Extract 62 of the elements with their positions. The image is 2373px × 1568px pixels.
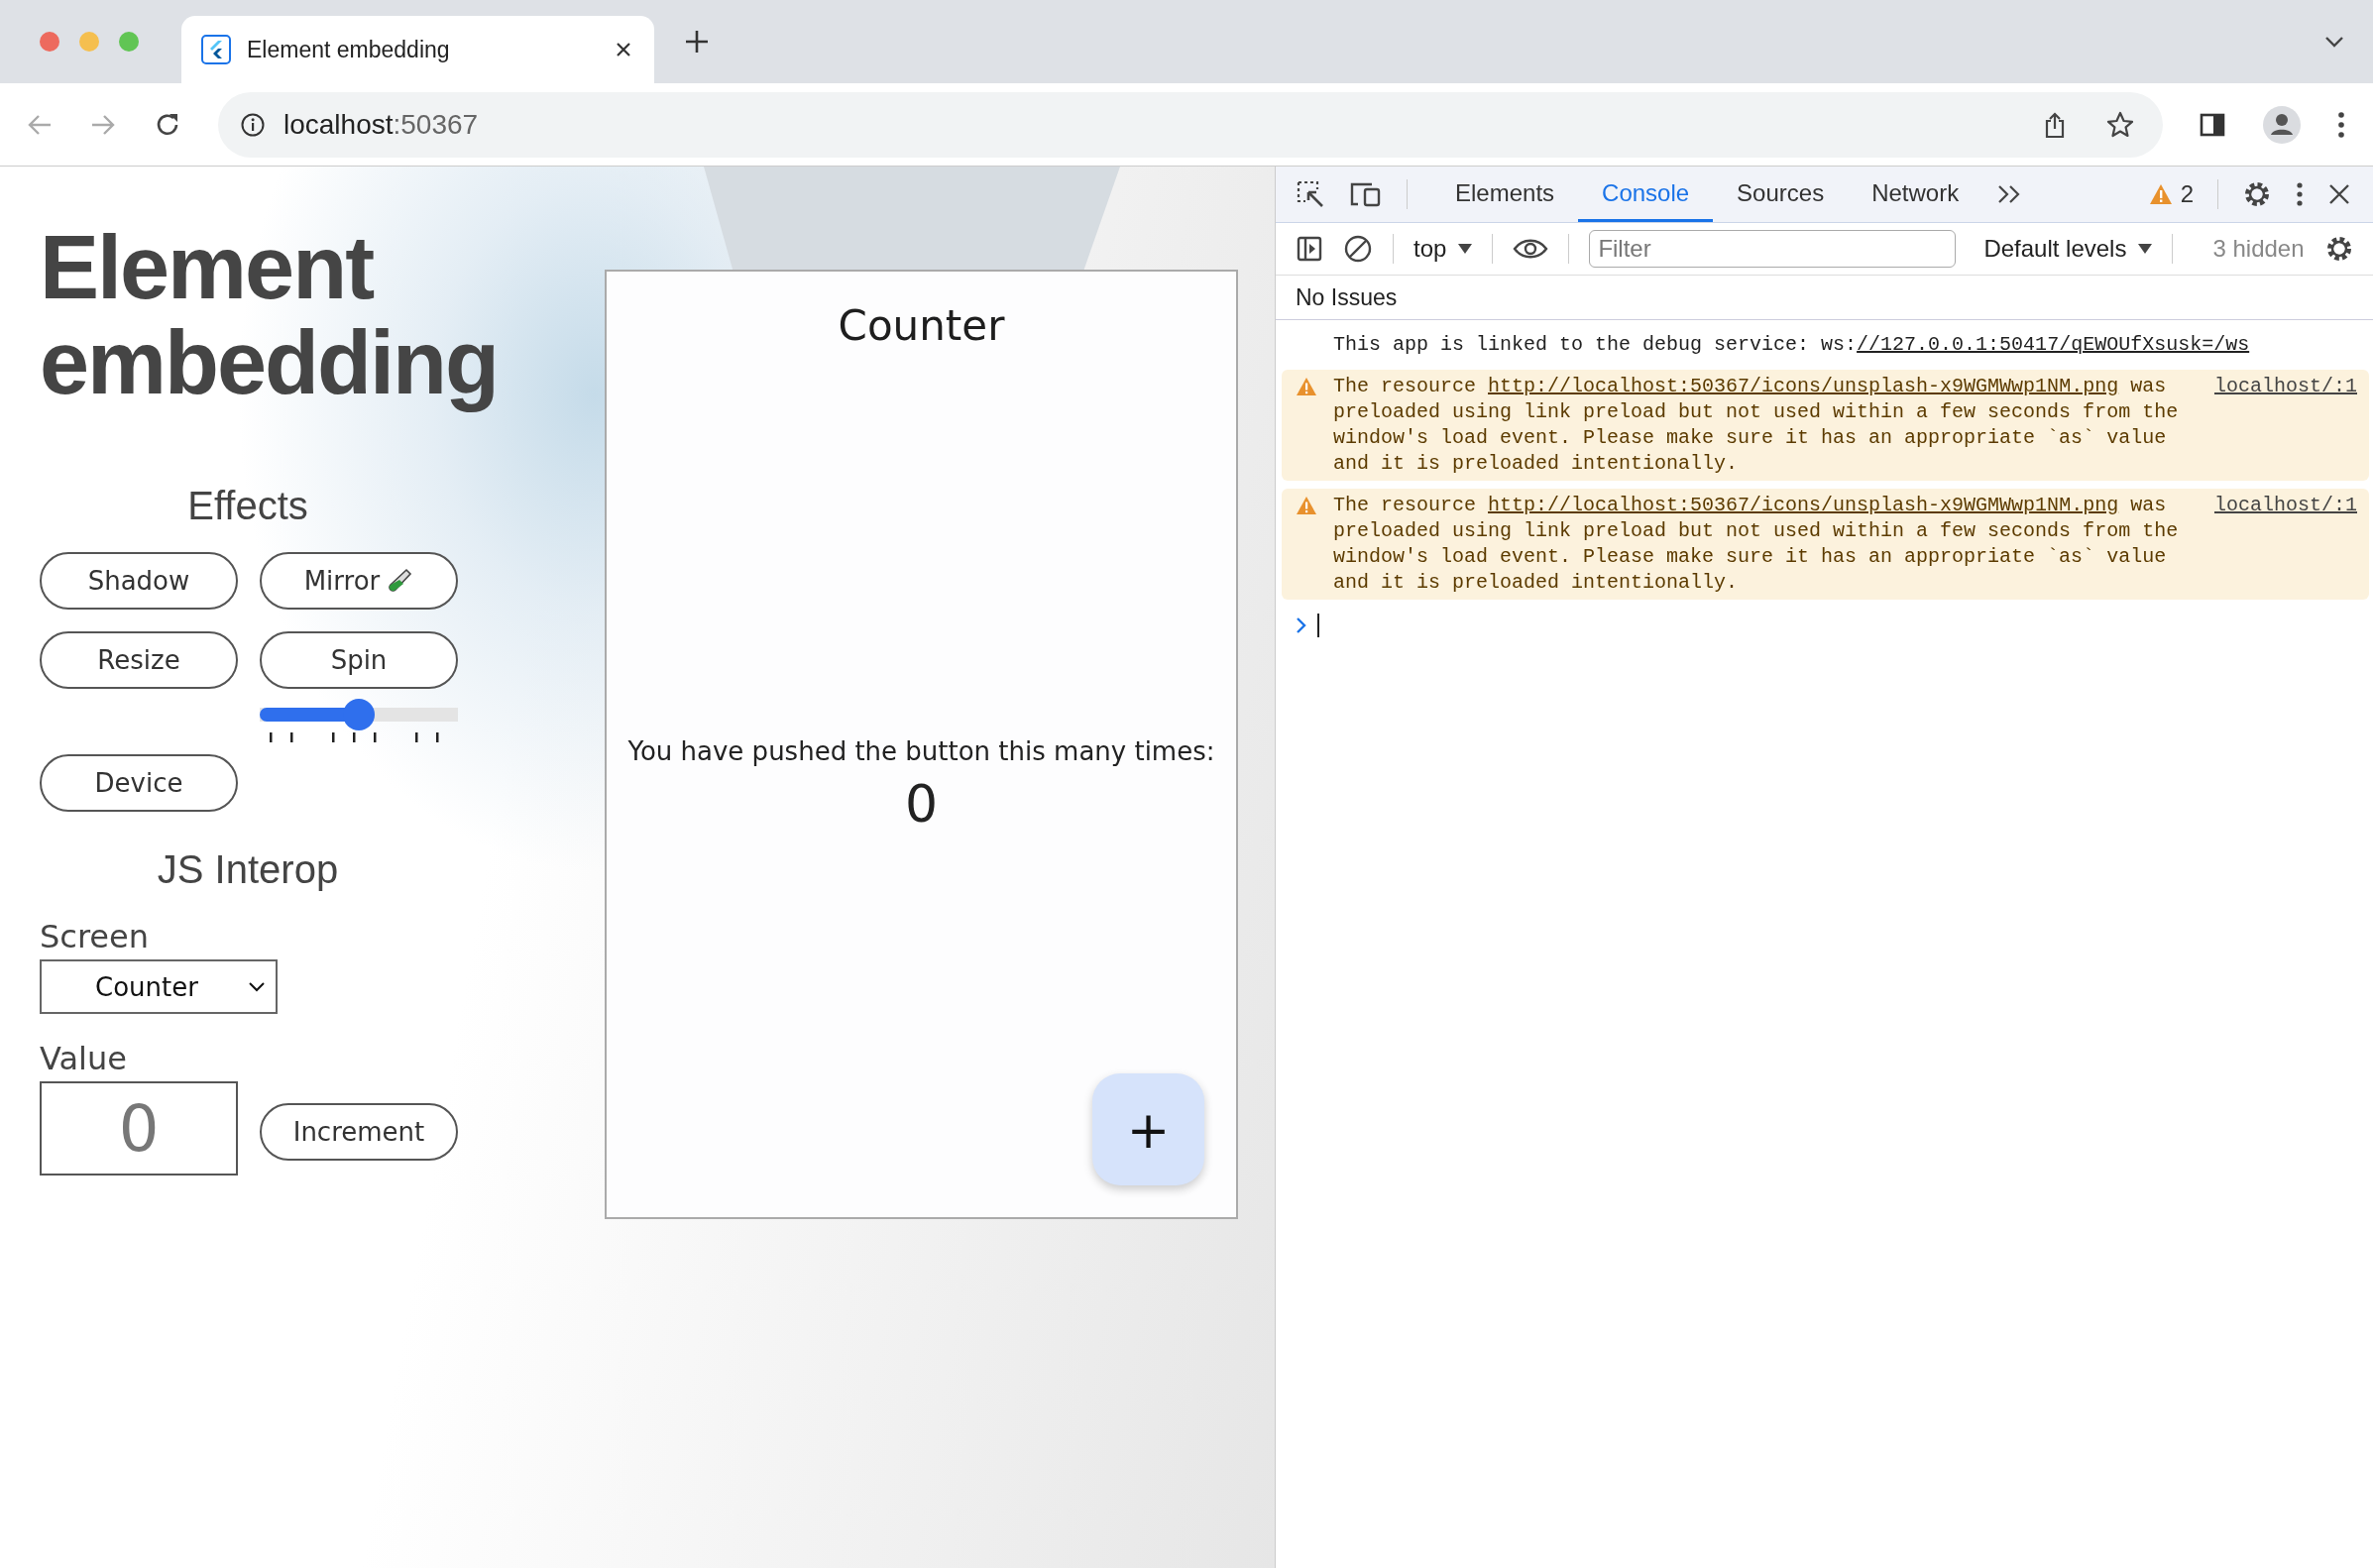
devtools-tab[interactable]: Network xyxy=(1848,167,1983,222)
close-tab-icon[interactable] xyxy=(615,41,632,58)
screen-dropdown[interactable]: Counter xyxy=(40,959,278,1014)
source-link[interactable]: localhost/:1 xyxy=(2213,493,2357,518)
warning-icon xyxy=(1296,377,1317,396)
profile-avatar-icon[interactable] xyxy=(2262,104,2302,145)
filter-field[interactable]: Filter xyxy=(1589,230,1957,268)
effect-button[interactable]: Resize xyxy=(40,631,238,689)
issues-status[interactable]: No Issues xyxy=(1276,276,2373,320)
tab-search-chevron-icon[interactable] xyxy=(2323,35,2345,49)
counter-value: 0 xyxy=(904,774,939,834)
info-icon xyxy=(240,111,266,138)
effect-button[interactable]: Spin xyxy=(260,631,458,689)
dropdown-triangle-icon xyxy=(2138,244,2153,254)
test-tube-icon xyxy=(386,567,414,595)
section-heading: Effects xyxy=(186,484,309,528)
warning-icon xyxy=(2148,183,2173,205)
address-bar[interactable]: localhost:50367 xyxy=(218,91,2163,158)
counter-message: You have pushed the button this many times: xyxy=(627,736,1215,766)
clear-console-icon[interactable] xyxy=(1343,234,1373,264)
field-label: Screen xyxy=(40,918,150,955)
new-tab-icon[interactable] xyxy=(684,29,710,55)
console-link[interactable]: //127.0.0.1:50417/qEWOUfXsusk=/ws xyxy=(1857,333,2250,356)
console-message: This app is linked to the debug service: ws://127.0.0.1:50417/qEWOUfXsusk=/ws xyxy=(1333,332,2251,358)
increment-fab[interactable]: + xyxy=(1092,1073,1204,1185)
slider-thumb[interactable] xyxy=(343,699,375,730)
sidebar-toggle-icon[interactable] xyxy=(1296,235,1323,263)
source-link[interactable]: localhost/:1 xyxy=(2213,374,2357,399)
levels-dropdown[interactable]: Default levels xyxy=(1983,235,2153,263)
star-icon[interactable] xyxy=(2105,109,2135,140)
more-menu-icon[interactable] xyxy=(2337,110,2345,139)
value-field[interactable]: 0 xyxy=(40,1081,238,1176)
page-title: Element embedding xyxy=(40,220,499,414)
app-bar-title: Counter xyxy=(838,301,1005,350)
browser-tab[interactable]: Element embedding xyxy=(181,16,654,83)
chevron-down-icon xyxy=(248,980,266,993)
flutter-logo-icon xyxy=(201,35,231,64)
eye-icon[interactable] xyxy=(1513,237,1549,261)
inspect-element-icon[interactable] xyxy=(1296,179,1325,209)
devtools-tab[interactable]: Console xyxy=(1578,167,1714,222)
field-label: Value xyxy=(40,1040,128,1077)
section-heading: JS Interop xyxy=(156,847,340,892)
devtools-tab[interactable]: Elements xyxy=(1431,167,1579,222)
text-cursor xyxy=(1317,614,1319,637)
settings-icon[interactable] xyxy=(2242,179,2272,209)
prompt-chevron-icon xyxy=(1296,616,1307,634)
increment-button[interactable]: Increment xyxy=(260,1102,458,1161)
more-options-icon[interactable] xyxy=(2296,181,2304,207)
warning-icon xyxy=(1296,496,1317,515)
context-dropdown[interactable]: top xyxy=(1413,235,1473,263)
console-link[interactable]: http://localhost:50367/icons/unsplash-x9WGMWwp1NM.png xyxy=(1488,494,2119,516)
console-message: The resource http://localhost:50367/icons/unsplash-x9WGMWwp1NM.png was preloaded using link preload but not used within a few seconds from the window's load event. Please make sure it has an appropriate `as` value and it is preloaded intentionally. xyxy=(1333,493,2180,596)
warning-count[interactable]: 2 xyxy=(2180,180,2194,208)
devtools-tab[interactable]: Sources xyxy=(1713,167,1849,222)
effect-button[interactable]: Device xyxy=(40,754,238,812)
dropdown-triangle-icon xyxy=(1458,244,1473,254)
effect-button[interactable]: Mirror xyxy=(260,552,458,610)
effect-button[interactable]: Shadow xyxy=(40,552,238,610)
close-icon[interactable] xyxy=(2327,182,2351,206)
console-link[interactable]: http://localhost:50367/icons/unsplash-x9WGMWwp1NM.png xyxy=(1488,375,2119,397)
hidden-count: 3 hidden xyxy=(2212,235,2305,263)
console-message: The resource http://localhost:50367/icons/unsplash-x9WGMWwp1NM.png was preloaded using link preload but not used within a few seconds from the window's load event. Please make sure it has an appropriate `as` value and it is preloaded intentionally. xyxy=(1333,374,2180,477)
